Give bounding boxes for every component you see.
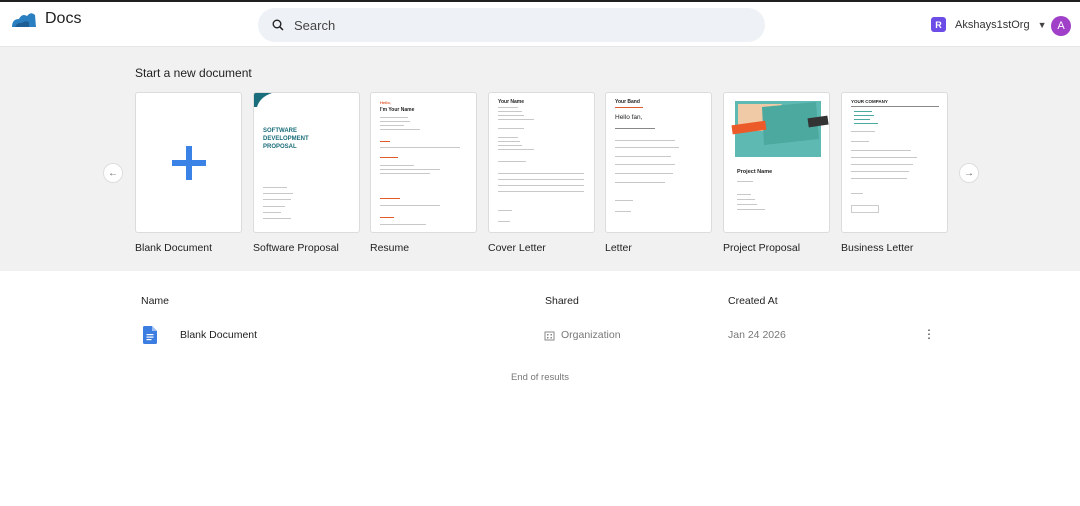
template-thumbnail: Project Name bbox=[723, 92, 830, 233]
row-created-date: Jan 24 2026 bbox=[728, 329, 786, 341]
abstract-shapes-icon bbox=[731, 101, 829, 157]
template-card-cover-letter[interactable]: Your Name Cover Letter bbox=[488, 92, 595, 254]
column-header-created[interactable]: Created At bbox=[728, 295, 778, 307]
app-name: Docs bbox=[45, 10, 82, 27]
template-thumbnail: Your Band Hello fan, bbox=[605, 92, 712, 233]
template-card-software-proposal[interactable]: SOFTWARE DEVELOPMENT PROPOSAL Software P… bbox=[253, 92, 360, 254]
document-icon bbox=[143, 326, 157, 344]
app-header: Docs R Akshays1stOrg ▼ A bbox=[0, 2, 1080, 47]
preview-name: Your Name bbox=[498, 99, 525, 105]
preview-title: Project Name bbox=[737, 169, 773, 175]
preview-company: YOUR COMPANY bbox=[851, 99, 888, 104]
template-card-letter[interactable]: Your Band Hello fan, Letter bbox=[605, 92, 712, 254]
template-label: Letter bbox=[605, 242, 632, 254]
chevron-down-icon: ▼ bbox=[1037, 19, 1047, 30]
template-label: Resume bbox=[370, 242, 410, 254]
preview-hello: Hello, bbox=[380, 100, 391, 105]
template-label: Cover Letter bbox=[488, 242, 546, 254]
template-thumbnail: Hello, I'm Your Name bbox=[370, 92, 477, 233]
search-icon bbox=[272, 19, 284, 31]
end-of-results: End of results bbox=[510, 372, 570, 383]
plus-icon bbox=[172, 146, 206, 180]
template-label: Blank Document bbox=[135, 242, 213, 254]
app-logo[interactable]: Docs bbox=[11, 10, 81, 28]
template-label: Business Letter bbox=[841, 242, 914, 254]
preview-greeting: Hello fan, bbox=[615, 114, 643, 121]
template-label: Software Proposal bbox=[253, 242, 339, 254]
template-thumbnail: SOFTWARE DEVELOPMENT PROPOSAL bbox=[253, 92, 360, 233]
column-header-name[interactable]: Name bbox=[141, 295, 169, 307]
carousel-next-button[interactable]: → bbox=[959, 163, 979, 183]
search-bar[interactable] bbox=[258, 8, 765, 42]
arrow-right-icon: → bbox=[964, 167, 974, 179]
building-icon bbox=[544, 331, 555, 340]
preview-name: I'm Your Name bbox=[380, 107, 415, 113]
template-gallery: Start a new document ← → Blank Document … bbox=[0, 47, 1080, 271]
user-avatar[interactable]: A bbox=[1051, 16, 1071, 36]
preview-title: SOFTWARE DEVELOPMENT PROPOSAL bbox=[263, 128, 309, 150]
template-thumbnail: Your Name bbox=[488, 92, 595, 233]
org-badge-icon: R bbox=[931, 17, 946, 32]
column-header-shared[interactable]: Shared bbox=[545, 295, 579, 307]
template-thumbnail: YOUR COMPANY bbox=[841, 92, 948, 233]
template-label: Project Proposal bbox=[723, 242, 801, 254]
row-shared-label: Organization bbox=[561, 329, 621, 341]
more-options-icon[interactable]: ⋮ bbox=[923, 327, 935, 341]
row-shared-cell: Organization bbox=[544, 329, 621, 341]
table-row[interactable]: Blank Document Organization Jan 24 2026 … bbox=[136, 322, 942, 348]
arrow-left-icon: ← bbox=[108, 167, 118, 179]
template-card-project-proposal[interactable]: Project Name Project Proposal bbox=[723, 92, 830, 254]
search-input[interactable] bbox=[294, 17, 714, 33]
preview-band: Your Band bbox=[615, 99, 640, 105]
org-name: Akshays1stOrg bbox=[955, 18, 1030, 31]
org-switcher[interactable]: R Akshays1stOrg ▼ bbox=[931, 17, 1047, 32]
template-card-blank[interactable]: Blank Document bbox=[135, 92, 242, 254]
row-doc-name[interactable]: Blank Document bbox=[180, 329, 257, 341]
template-card-resume[interactable]: Hello, I'm Your Name Resume bbox=[370, 92, 477, 254]
docs-logo-icon bbox=[12, 13, 36, 27]
carousel-prev-button[interactable]: ← bbox=[103, 163, 123, 183]
template-heading: Start a new document bbox=[135, 66, 252, 80]
template-card-business-letter[interactable]: YOUR COMPANY Business Letter bbox=[841, 92, 948, 254]
template-thumbnail bbox=[135, 92, 242, 233]
